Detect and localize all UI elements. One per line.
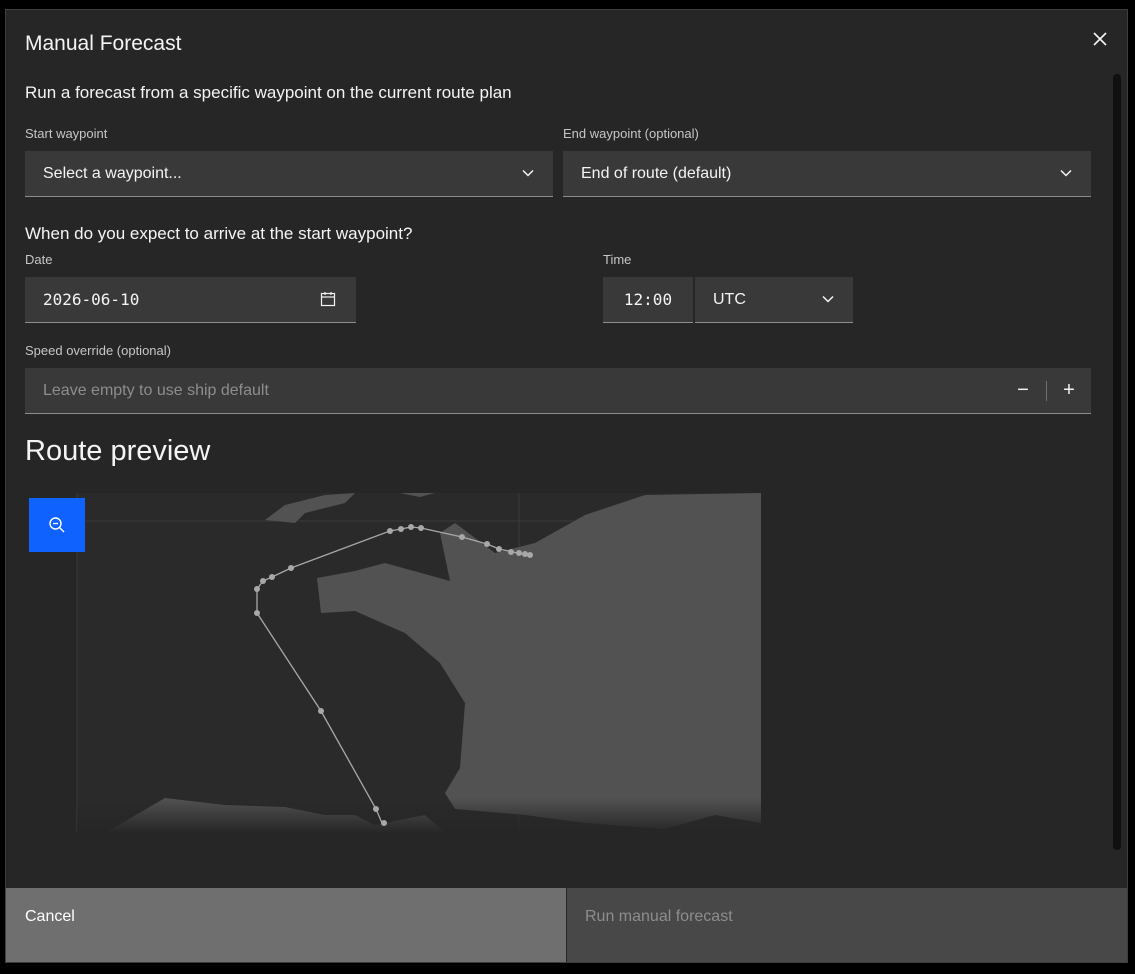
chevron-down-icon xyxy=(822,295,834,303)
waypoint-marker[interactable] xyxy=(459,534,465,540)
waypoint-marker[interactable] xyxy=(484,541,490,547)
start-waypoint-label: Start waypoint xyxy=(25,126,108,141)
chevron-down-icon xyxy=(1060,169,1072,177)
speed-override-label: Speed override (optional) xyxy=(25,343,171,358)
close-icon xyxy=(1093,32,1107,46)
zoom-out-icon xyxy=(49,517,65,533)
waypoint-marker[interactable] xyxy=(318,708,324,714)
start-waypoint-select[interactable]: Select a waypoint... xyxy=(25,151,553,197)
end-waypoint-label: End waypoint (optional) xyxy=(563,126,699,141)
waypoint-marker[interactable] xyxy=(496,546,502,552)
speed-override-input[interactable]: Leave empty to use ship default − + xyxy=(25,368,1091,414)
scrollbar[interactable] xyxy=(1113,74,1121,850)
route-preview-title: Route preview xyxy=(25,435,211,467)
time-value: 12:00 xyxy=(623,290,673,309)
waypoint-marker[interactable] xyxy=(269,574,275,580)
map-canvas xyxy=(76,493,761,833)
waypoint-marker[interactable] xyxy=(516,550,522,556)
waypoint-marker[interactable] xyxy=(288,565,294,571)
modal-footer: Cancel Run manual forecast xyxy=(6,888,1127,962)
waypoint-marker[interactable] xyxy=(408,524,414,530)
end-waypoint-select[interactable]: End of route (default) xyxy=(563,151,1091,197)
waypoint-marker[interactable] xyxy=(522,551,528,557)
timezone-select[interactable]: UTC xyxy=(695,277,853,323)
modal-title: Manual Forecast xyxy=(25,32,182,55)
close-button[interactable] xyxy=(1087,26,1113,52)
waypoint-marker[interactable] xyxy=(260,578,266,584)
date-value: 2026-06-10 xyxy=(43,290,140,309)
waypoint-marker[interactable] xyxy=(398,526,404,532)
waypoint-marker[interactable] xyxy=(381,820,387,826)
chevron-down-icon xyxy=(522,169,534,177)
waypoint-marker[interactable] xyxy=(508,549,514,555)
end-waypoint-value: End of route (default) xyxy=(581,164,732,182)
waypoint-marker[interactable] xyxy=(254,586,260,592)
timezone-value: UTC xyxy=(713,290,746,308)
modal-subtitle: Run a forecast from a specific waypoint … xyxy=(25,83,512,102)
start-waypoint-value: Select a waypoint... xyxy=(43,164,182,182)
waypoint-marker[interactable] xyxy=(373,806,379,812)
manual-forecast-modal: Manual Forecast Run a forecast from a sp… xyxy=(5,9,1128,963)
decrement-button[interactable]: − xyxy=(1001,368,1045,413)
cancel-button[interactable]: Cancel xyxy=(6,888,566,962)
waypoint-marker[interactable] xyxy=(418,525,424,531)
speed-placeholder: Leave empty to use ship default xyxy=(43,381,269,399)
calendar-icon[interactable] xyxy=(320,291,336,307)
arrival-question: When do you expect to arrive at the star… xyxy=(25,224,413,243)
increment-button[interactable]: + xyxy=(1047,368,1091,413)
run-manual-forecast-button[interactable]: Run manual forecast xyxy=(567,888,1127,962)
route-preview-map[interactable] xyxy=(25,493,763,833)
date-label: Date xyxy=(25,252,53,267)
zoom-out-button[interactable] xyxy=(29,498,85,552)
date-input[interactable]: 2026-06-10 xyxy=(25,277,356,323)
time-label: Time xyxy=(603,252,632,267)
waypoint-marker[interactable] xyxy=(527,552,533,558)
waypoint-marker[interactable] xyxy=(387,528,393,534)
time-input[interactable]: 12:00 xyxy=(603,277,693,323)
waypoint-marker[interactable] xyxy=(254,610,260,616)
